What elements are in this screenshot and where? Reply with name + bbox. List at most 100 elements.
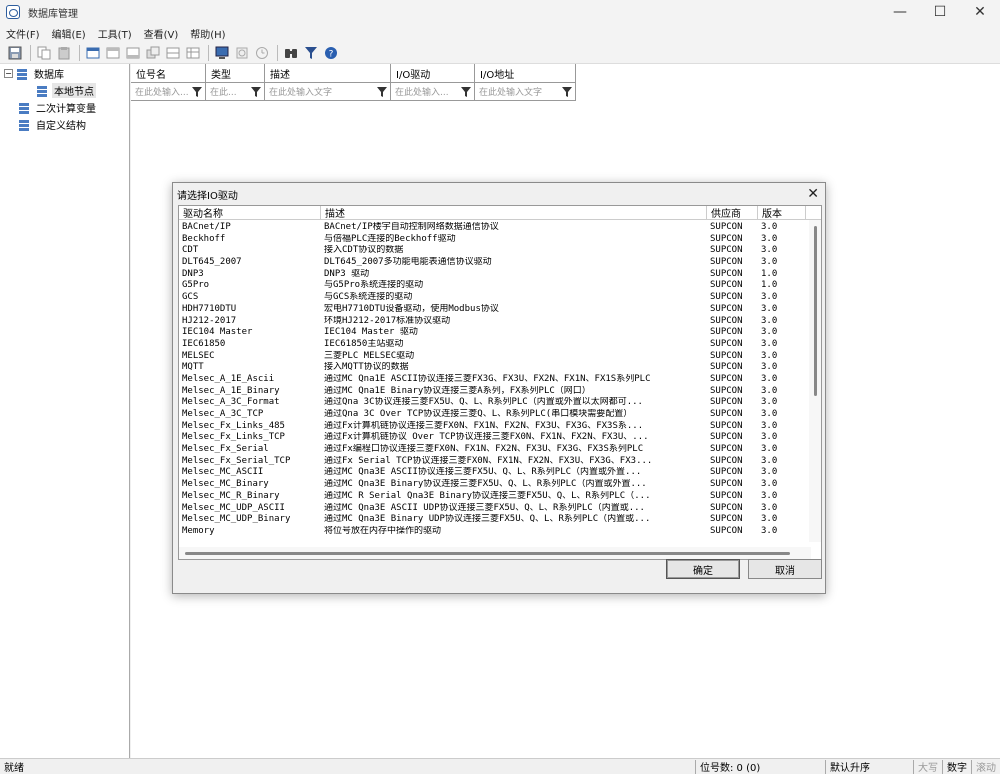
- binoculars-icon[interactable]: [282, 44, 300, 62]
- driver-vendor: SUPCON: [710, 245, 743, 256]
- filter-input-tag-name[interactable]: 在此处输入...: [131, 83, 206, 100]
- close-button[interactable]: ✕: [960, 0, 1000, 24]
- driver-vendor: SUPCON: [710, 327, 743, 338]
- menu-help[interactable]: 帮助(H): [184, 26, 231, 41]
- paste-icon[interactable]: [55, 44, 73, 62]
- history-icon[interactable]: [253, 44, 271, 62]
- driver-row[interactable]: CDT 接入CDT协议的数据 SUPCON 3.0: [179, 245, 811, 257]
- driver-row[interactable]: Melsec_A_3C_TCP 通过Qna 3C Over TCP协议连接三菱Q、…: [179, 409, 811, 421]
- driver-description: DNP3 驱动: [324, 268, 370, 279]
- filter-icon[interactable]: [562, 87, 572, 97]
- copy-icon[interactable]: [35, 44, 53, 62]
- sort-icon[interactable]: [164, 44, 182, 62]
- driver-row[interactable]: Melsec_Fx_Serial 通过Fx编程口协议连接三菱FX0N、FX1N、F…: [179, 444, 811, 456]
- monitor-icon[interactable]: [213, 44, 231, 62]
- driver-name: IEC61850: [182, 338, 226, 349]
- column-header-tag-name[interactable]: 位号名: [131, 64, 206, 83]
- driver-row[interactable]: HJ212-2017 环境HJ212-2017标准协议驱动 SUPCON 3.0: [179, 316, 811, 328]
- menu-file[interactable]: 文件(F): [0, 26, 46, 41]
- driver-version: 3.0: [761, 397, 778, 408]
- driver-row[interactable]: Melsec_Fx_Links_TCP 通过Fx计算机链协议 Over TCP协议…: [179, 432, 811, 444]
- tree-toggle-collapse[interactable]: −: [4, 69, 13, 78]
- tree-item-local-node[interactable]: 本地节点: [0, 82, 129, 99]
- column-header-version[interactable]: 版本: [758, 206, 806, 220]
- tree-item-custom-struct[interactable]: 自定义结构: [0, 116, 129, 133]
- driver-version: 3.0: [761, 315, 778, 326]
- column-header-description[interactable]: 描述: [265, 64, 391, 83]
- tree-item-database[interactable]: − 数据库: [0, 65, 129, 82]
- help-icon[interactable]: ?: [322, 44, 340, 62]
- column-header-type[interactable]: 类型: [206, 64, 265, 83]
- driver-row[interactable]: Melsec_MC_R_Binary 通过MC R Serial Qna3E Bi…: [179, 491, 811, 503]
- scrollbar-thumb[interactable]: [814, 226, 817, 396]
- column-header-description[interactable]: 描述: [321, 206, 707, 220]
- duplicate-icon[interactable]: [144, 44, 162, 62]
- driver-row[interactable]: Melsec_MC_UDP_ASCII 通过MC Qna3E ASCII UDP协…: [179, 503, 811, 515]
- column-header-vendor[interactable]: 供应商: [707, 206, 758, 220]
- driver-row[interactable]: IEC61850 IEC61850主站驱动 SUPCON 3.0: [179, 339, 811, 351]
- driver-version: 3.0: [761, 233, 778, 244]
- vertical-scrollbar[interactable]: [809, 220, 821, 542]
- filter-input-io-address[interactable]: 在此处输入文字: [475, 83, 576, 100]
- filter-icon[interactable]: [192, 87, 202, 97]
- filter-icon[interactable]: [377, 87, 387, 97]
- menu-edit[interactable]: 编辑(E): [46, 26, 92, 41]
- driver-row[interactable]: G5Pro 与G5Pro系统连接的驱动 SUPCON 1.0: [179, 280, 811, 292]
- driver-row[interactable]: Beckhoff 与倍福PLC连接的Beckhoff驱动 SUPCON 3.0: [179, 234, 811, 246]
- driver-row[interactable]: Melsec_MC_UDP_Binary 通过MC Qna3E Binary UD…: [179, 514, 811, 526]
- driver-row[interactable]: Melsec_MC_ASCII 通过MC Qna3E ASCII协议连接三菱FX5…: [179, 467, 811, 479]
- filter-input-description[interactable]: 在此处输入文字: [265, 83, 391, 100]
- driver-row[interactable]: Melsec_A_1E_Ascii 通过MC Qna1E ASCII协议连接三菱F…: [179, 374, 811, 386]
- horizontal-scrollbar[interactable]: [179, 547, 811, 559]
- grid-header: 位号名 类型 描述 I/O驱动 I/O地址: [131, 64, 1000, 83]
- driver-row[interactable]: BACnet/IP BACnet/IP楼宇自动控制网络数据通信协议 SUPCON 3.…: [179, 222, 811, 234]
- driver-name: Melsec_Fx_Serial_TCP: [182, 455, 291, 466]
- driver-vendor: SUPCON: [710, 385, 743, 396]
- ok-button[interactable]: 确定: [666, 559, 740, 579]
- driver-row[interactable]: Melsec_Fx_Links_485 通过Fx计算机链协议连接三菱FX0N、FX…: [179, 421, 811, 433]
- driver-description: 宏电H7710DTU设备驱动，使用Modbus协议: [324, 303, 499, 314]
- driver-row[interactable]: IEC104 Master IEC104 Master 驱动 SUPCON 3.0: [179, 327, 811, 339]
- driver-row[interactable]: DLT645_2007 DLT645_2007多功能电能表通信协议驱动 SUPCON…: [179, 257, 811, 269]
- driver-version: 3.0: [761, 303, 778, 314]
- driver-row[interactable]: Melsec_A_3C_Format 通过Qna 3C协议连接三菱FX5U、Q、L…: [179, 397, 811, 409]
- scrollbar-thumb[interactable]: [185, 552, 790, 555]
- driver-row[interactable]: HDH7710DTU 宏电H7710DTU设备驱动，使用Modbus协议 SUPCO…: [179, 304, 811, 316]
- filter-placeholder: 在此处输入...: [135, 88, 189, 98]
- minimize-button[interactable]: —: [880, 0, 920, 24]
- filter-icon[interactable]: [461, 87, 471, 97]
- refresh-icon[interactable]: [233, 44, 251, 62]
- add-icon[interactable]: [84, 44, 102, 62]
- driver-name: Melsec_A_1E_Ascii: [182, 373, 275, 384]
- filter-input-type[interactable]: 在此...: [206, 83, 265, 100]
- driver-row[interactable]: Melsec_MC_Binary 通过MC Qna3E Binary协议连接三菱F…: [179, 479, 811, 491]
- menu-tools[interactable]: 工具(T): [92, 26, 138, 41]
- dialog-close-icon[interactable]: ✕: [807, 186, 819, 202]
- maximize-button[interactable]: ☐: [920, 0, 960, 24]
- driver-row[interactable]: MELSEC 三菱PLC MELSEC驱动 SUPCON 3.0: [179, 351, 811, 363]
- export-icon[interactable]: [124, 44, 142, 62]
- column-header-io-driver[interactable]: I/O驱动: [391, 64, 475, 83]
- column-header-io-address[interactable]: I/O地址: [475, 64, 576, 83]
- menu-view[interactable]: 查看(V): [138, 26, 185, 41]
- tree-item-calc-vars[interactable]: 二次计算变量: [0, 99, 129, 116]
- filter-input-io-driver[interactable]: 在此处输入...: [391, 83, 475, 100]
- save-icon[interactable]: [6, 44, 24, 62]
- cancel-button[interactable]: 取消: [748, 559, 822, 579]
- driver-row[interactable]: Melsec_A_1E_Binary 通过MC Qna1E Binary协议连接三…: [179, 386, 811, 398]
- driver-row[interactable]: Melsec_Fx_Serial_TCP 通过Fx Serial TCP协议连接三…: [179, 456, 811, 468]
- filter-icon[interactable]: [251, 87, 261, 97]
- driver-vendor: SUPCON: [710, 467, 743, 478]
- driver-row[interactable]: Memory 将位号放在内存中操作的驱动 SUPCON 3.0: [179, 526, 811, 538]
- driver-name: Melsec_A_1E_Binary: [182, 385, 280, 396]
- driver-row[interactable]: GCS 与GCS系统连接的驱动 SUPCON 3.0: [179, 292, 811, 304]
- import-icon[interactable]: [104, 44, 122, 62]
- driver-row[interactable]: DNP3 DNP3 驱动 SUPCON 1.0: [179, 269, 811, 281]
- table-icon[interactable]: [184, 44, 202, 62]
- driver-list-body: BACnet/IP BACnet/IP楼宇自动控制网络数据通信协议 SUPCON 3.…: [179, 222, 811, 542]
- filter-icon[interactable]: [302, 44, 320, 62]
- driver-row[interactable]: MQTT 接入MQTT协议的数据 SUPCON 3.0: [179, 362, 811, 374]
- column-header-driver-name[interactable]: 驱动名称: [179, 206, 321, 220]
- driver-description: 通过MC Qna3E Binary UDP协议连接三菱FX5U、Q、L、R系列P…: [324, 514, 651, 525]
- driver-version: 3.0: [761, 525, 778, 536]
